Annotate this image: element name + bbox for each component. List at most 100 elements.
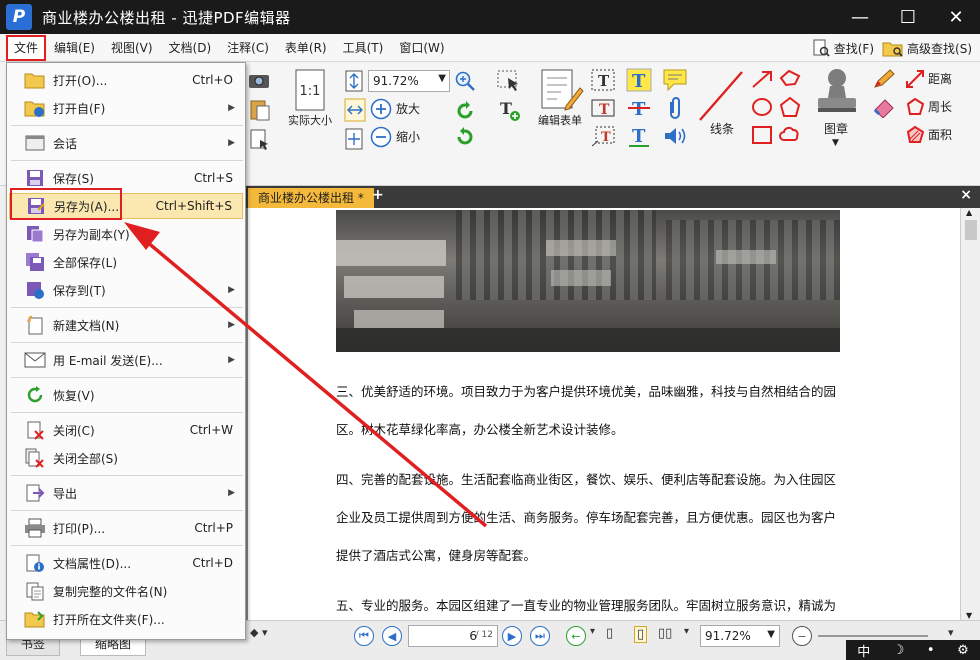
- strikethrough-icon[interactable]: T: [626, 96, 652, 120]
- zoom-in-magnifier-icon[interactable]: [454, 70, 476, 92]
- add-tab-icon[interactable]: +: [372, 187, 384, 203]
- scroll-up-icon[interactable]: ▲: [966, 208, 972, 217]
- pentagon-tool-icon[interactable]: [778, 96, 802, 118]
- menu-save-all[interactable]: 全部保存(L): [9, 249, 243, 275]
- menu-print[interactable]: 打印(P)... Ctrl+P: [9, 515, 243, 541]
- menu-open-from[interactable]: 打开自(F) ▶: [9, 95, 243, 121]
- stamp-chevron-down-icon[interactable]: ▼: [832, 138, 839, 148]
- rotate-left-icon[interactable]: [454, 100, 476, 122]
- menu-revert[interactable]: 恢复(V): [9, 382, 243, 408]
- zoom-out-statusbar-button[interactable]: −: [792, 626, 812, 646]
- next-page-button[interactable]: ▶: [502, 626, 522, 646]
- line-button[interactable]: [696, 68, 748, 124]
- perimeter-button[interactable]: 周长: [904, 96, 952, 118]
- menu-export[interactable]: 导出 ▶: [9, 480, 243, 506]
- underline-icon[interactable]: T: [626, 124, 652, 148]
- expand-icon[interactable]: ◆ ▾: [250, 626, 267, 639]
- first-page-button[interactable]: ⏮: [354, 626, 374, 646]
- zoom-out-button[interactable]: 缩小: [370, 126, 420, 148]
- sound-icon[interactable]: [662, 124, 688, 148]
- view-mode-chevron-icon[interactable]: ▾: [684, 626, 689, 637]
- zoom-slider[interactable]: [818, 635, 928, 637]
- paste-icon[interactable]: [248, 98, 272, 122]
- go-back-button[interactable]: ←: [566, 626, 586, 646]
- scrollbar-thumb[interactable]: [965, 220, 977, 240]
- menu-copy-filename[interactable]: 复制完整的文件名(N): [9, 578, 243, 604]
- stamp-button[interactable]: [814, 66, 860, 118]
- menu-tools[interactable]: 工具(T): [335, 35, 392, 61]
- highlight-text-icon[interactable]: T: [626, 68, 652, 92]
- actual-size-button[interactable]: 1:1 实际大小: [288, 68, 332, 128]
- form-select-icon[interactable]: [496, 68, 522, 92]
- minimize-button[interactable]: —: [836, 0, 884, 34]
- area-button[interactable]: 面积: [904, 124, 952, 146]
- close-all-tabs-icon[interactable]: ×: [960, 187, 972, 203]
- history-chevron-icon[interactable]: ▾: [590, 626, 595, 637]
- distance-button[interactable]: 距离: [904, 68, 952, 90]
- statusbar-zoom-combobox[interactable]: 91.72% ▼: [700, 625, 780, 647]
- maximize-button[interactable]: ☐: [884, 0, 932, 34]
- attachment-icon[interactable]: [662, 96, 688, 122]
- document-select-icon[interactable]: [248, 128, 272, 152]
- menu-window[interactable]: 窗口(W): [391, 35, 452, 61]
- menu-save-to[interactable]: 保存到(T) ▶: [9, 277, 243, 303]
- fit-visible-icon[interactable]: [344, 128, 364, 150]
- menu-save-as[interactable]: 另存为(A)... Ctrl+Shift+S: [9, 193, 243, 219]
- cloud-tool-icon[interactable]: [778, 124, 802, 146]
- camera-icon[interactable]: [248, 70, 270, 90]
- document-tab[interactable]: 商业楼办公楼出租 *: [248, 188, 374, 208]
- menu-edit[interactable]: 编辑(E): [46, 35, 103, 61]
- menu-file[interactable]: 文件: [6, 34, 47, 61]
- svg-text:T: T: [598, 72, 610, 90]
- punctuation-icon[interactable]: •: [927, 643, 935, 658]
- eraser-icon[interactable]: [872, 96, 896, 118]
- close-button[interactable]: ✕: [932, 0, 980, 34]
- zoom-in-button[interactable]: 放大: [370, 98, 420, 120]
- folder-icon: [24, 611, 45, 628]
- pencil-icon[interactable]: [872, 68, 896, 90]
- menu-open[interactable]: 打开(O)... Ctrl+O: [9, 67, 243, 93]
- edit-form-button[interactable]: 编辑表单: [536, 68, 584, 128]
- typewriter-icon[interactable]: T: [590, 96, 616, 120]
- previous-page-button[interactable]: ◀: [382, 626, 402, 646]
- menu-form[interactable]: 表单(R): [277, 35, 335, 61]
- ime-language[interactable]: 中: [857, 641, 870, 660]
- menu-session[interactable]: 会话 ▶: [9, 130, 243, 156]
- fit-page-icon[interactable]: [344, 70, 364, 92]
- find-doc-icon: [813, 39, 830, 57]
- arrow-tool-icon[interactable]: [750, 68, 774, 90]
- menu-document[interactable]: 文档(D): [161, 35, 220, 61]
- fit-width-icon[interactable]: [344, 98, 366, 122]
- menu-open-containing-folder[interactable]: 打开所在文件夹(F)...: [9, 606, 243, 632]
- advanced-find-button[interactable]: 高级查找(S): [882, 36, 972, 60]
- continuous-page-icon[interactable]: ▯: [634, 626, 648, 643]
- vertical-scrollbar[interactable]: ▲ ▼: [960, 208, 980, 620]
- polygon-tool-icon[interactable]: [778, 68, 802, 90]
- find-button[interactable]: 查找(F): [811, 36, 874, 60]
- menu-close[interactable]: 关闭(C) Ctrl+W: [9, 417, 243, 443]
- rectangle-tool-icon[interactable]: [750, 124, 774, 146]
- menu-save-copy[interactable]: 另存为副本(Y): [9, 221, 243, 247]
- rotate-right-icon[interactable]: [454, 126, 476, 148]
- text-field-icon[interactable]: T: [496, 96, 522, 122]
- menu-document-properties[interactable]: 文档属性(D)... Ctrl+D: [9, 550, 243, 576]
- menu-view[interactable]: 视图(V): [103, 35, 161, 61]
- note-icon[interactable]: [662, 68, 688, 92]
- moon-icon[interactable]: ☽: [893, 643, 905, 658]
- chevron-double-down-icon[interactable]: ▾: [948, 626, 954, 639]
- menu-new-document[interactable]: 新建文档(N) ▶: [9, 312, 243, 338]
- callout-icon[interactable]: T: [590, 124, 616, 148]
- ellipse-tool-icon[interactable]: [750, 96, 774, 118]
- single-page-icon[interactable]: ▯: [606, 626, 613, 641]
- menu-save[interactable]: 保存(S) Ctrl+S: [9, 165, 243, 191]
- two-page-icon[interactable]: ▯▯: [658, 626, 672, 641]
- page-number-input[interactable]: 6 / 12: [408, 625, 498, 647]
- scroll-down-icon[interactable]: ▼: [966, 611, 972, 620]
- zoom-combobox[interactable]: 91.72% ▼: [368, 70, 450, 92]
- gear-icon[interactable]: ⚙: [957, 643, 969, 658]
- text-box-icon[interactable]: T: [590, 68, 616, 92]
- last-page-button[interactable]: ⏭: [530, 626, 550, 646]
- menu-comment[interactable]: 注释(C): [219, 35, 277, 61]
- menu-close-all[interactable]: 关闭全部(S): [9, 445, 243, 471]
- menu-send-email[interactable]: 用 E-mail 发送(E)... ▶: [9, 347, 243, 373]
